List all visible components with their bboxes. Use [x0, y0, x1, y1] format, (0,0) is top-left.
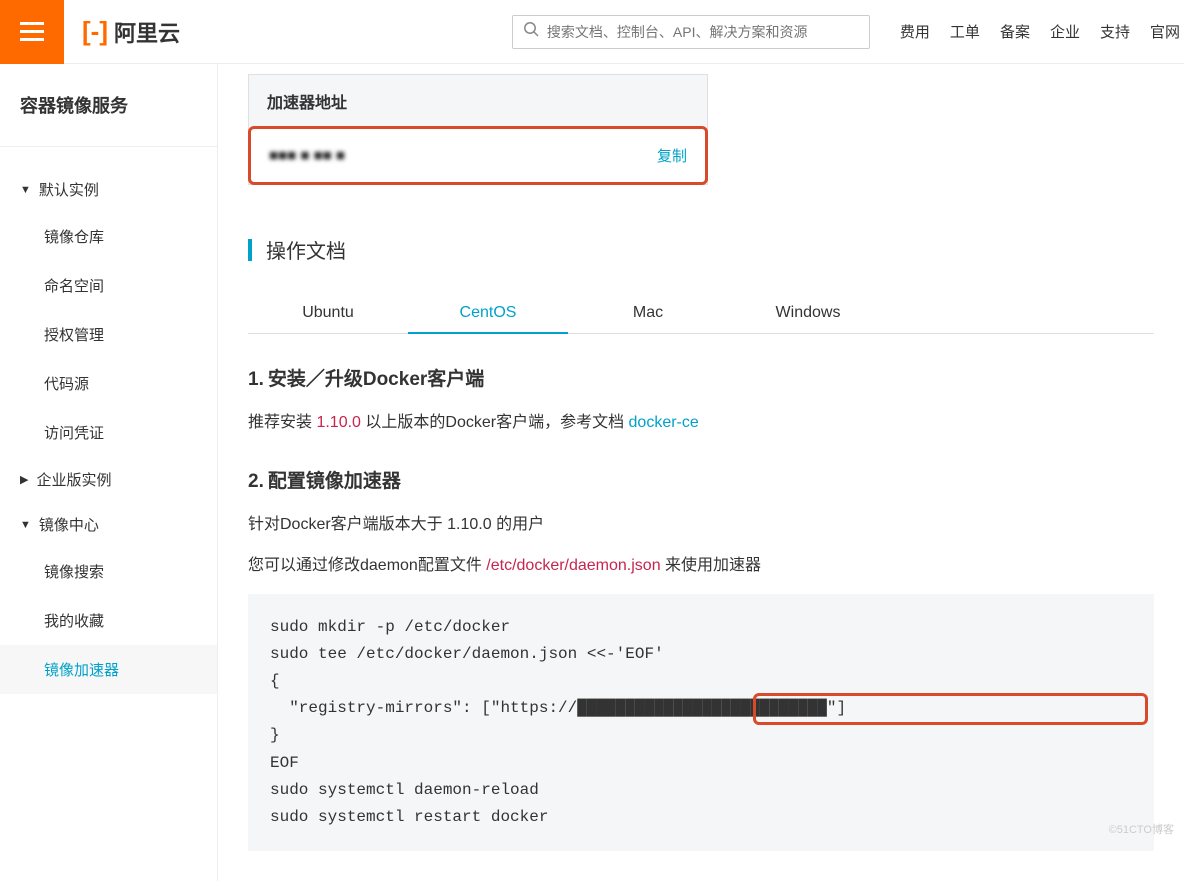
hamburger-icon: [20, 22, 44, 41]
search-box[interactable]: [512, 15, 870, 49]
step2-p1: 您可以通过修改daemon配置文件 针对Docker客户端版本大于 1.10.0…: [248, 511, 1154, 538]
version-text: 1.10.0: [316, 414, 360, 431]
text: 推荐安装: [248, 414, 316, 431]
step1-title: 安装／升级Docker客户端: [268, 369, 484, 390]
nav-enterprise[interactable]: 企业: [1050, 21, 1080, 42]
tree-group-enterprise[interactable]: ▶ 企业版实例: [0, 457, 217, 502]
step2-title: 配置镜像加速器: [268, 471, 401, 492]
sidebar-item-favorites[interactable]: 我的收藏: [0, 596, 217, 645]
text: 您可以通过修改daemon配置文件: [248, 557, 486, 574]
daemon-path: /etc/docker/daemon.json: [486, 557, 660, 574]
tree-group-center[interactable]: ▼ 镜像中心: [0, 502, 217, 547]
sidebar-item-credential[interactable]: 访问凭证: [0, 408, 217, 457]
caret-down-icon: ▼: [20, 184, 31, 196]
sidebar-item-source[interactable]: 代码源: [0, 359, 217, 408]
nav-tickets[interactable]: 工单: [950, 21, 980, 42]
step2-p2: 您可以通过修改daemon配置文件 /etc/docker/daemon.jso…: [248, 552, 1154, 579]
main-layout: 容器镜像服务 ▼ 默认实例 镜像仓库 命名空间 授权管理 代码源 访问凭证 ▶ …: [0, 64, 1184, 881]
step1-heading: 1.安装／升级Docker客户端: [248, 364, 1154, 391]
sidebar: 容器镜像服务 ▼ 默认实例 镜像仓库 命名空间 授权管理 代码源 访问凭证 ▶ …: [0, 64, 218, 881]
sidebar-item-accelerator[interactable]: 镜像加速器: [0, 645, 217, 694]
search-input[interactable]: [547, 24, 859, 40]
highlight-box: [753, 693, 1148, 725]
accelerator-url: ■■■ ■ ■■ ■: [269, 147, 641, 164]
text: 的用户: [492, 516, 544, 533]
logo-icon: [-]: [82, 16, 108, 47]
app-header: [-] 阿里云 费用 工单 备案 企业 支持 官网: [0, 0, 1184, 64]
nav-icp[interactable]: 备案: [1000, 21, 1030, 42]
nav-tree: ▼ 默认实例 镜像仓库 命名空间 授权管理 代码源 访问凭证 ▶ 企业版实例 ▼…: [0, 147, 217, 694]
tab-mac[interactable]: Mac: [568, 294, 728, 333]
tab-windows[interactable]: Windows: [728, 294, 888, 333]
menu-toggle[interactable]: [0, 0, 64, 64]
doc-section-title: 操作文档: [248, 235, 1154, 264]
search-icon: [523, 21, 539, 42]
text: 1.10.0: [447, 516, 491, 533]
code-block: sudo mkdir -p /etc/docker sudo tee /etc/…: [248, 594, 1154, 852]
section-heading: 操作文档: [266, 235, 346, 264]
sidebar-item-namespace[interactable]: 命名空间: [0, 261, 217, 310]
os-tabs: Ubuntu CentOS Mac Windows: [248, 294, 1154, 334]
tree-group-label: 默认实例: [39, 179, 99, 200]
step2-heading: 2.配置镜像加速器: [248, 466, 1154, 493]
sidebar-title: 容器镜像服务: [0, 92, 217, 147]
accelerator-panel: 加速器地址 ■■■ ■ ■■ ■ 复制: [248, 74, 708, 185]
nav-fees[interactable]: 费用: [900, 21, 930, 42]
text: 来使用加速器: [661, 557, 761, 574]
nav-support[interactable]: 支持: [1100, 21, 1130, 42]
tree-group-label: 企业版实例: [36, 469, 111, 490]
accelerator-row: ■■■ ■ ■■ ■ 复制: [248, 126, 708, 185]
tree-group-default[interactable]: ▼ 默认实例: [0, 167, 217, 212]
caret-right-icon: ▶: [20, 473, 28, 486]
docker-ce-link[interactable]: docker-ce: [629, 414, 699, 431]
text: 以上版本的Docker客户端，参考文档: [361, 414, 629, 431]
main-content: 加速器地址 ■■■ ■ ■■ ■ 复制 操作文档 Ubuntu CentOS M…: [218, 64, 1184, 881]
logo[interactable]: [-] 阿里云: [82, 16, 180, 48]
tab-centos[interactable]: CentOS: [408, 294, 568, 334]
accelerator-heading: 加速器地址: [249, 75, 707, 127]
sidebar-item-auth[interactable]: 授权管理: [0, 310, 217, 359]
logo-text: 阿里云: [114, 16, 180, 48]
tree-group-label: 镜像中心: [39, 514, 99, 535]
nav-site[interactable]: 官网: [1150, 21, 1180, 42]
top-nav: 费用 工单 备案 企业 支持 官网: [900, 21, 1180, 42]
copy-button[interactable]: 复制: [657, 145, 687, 166]
step1-text: 推荐安装 1.10.0 以上版本的Docker客户端，参考文档 docker-c…: [248, 409, 1154, 436]
text: 针对Docker客户端版本大于: [248, 516, 447, 533]
sidebar-item-search[interactable]: 镜像搜索: [0, 547, 217, 596]
doc-body: 1.安装／升级Docker客户端 推荐安装 1.10.0 以上版本的Docker…: [248, 364, 1154, 851]
tab-ubuntu[interactable]: Ubuntu: [248, 294, 408, 333]
accent-bar: [248, 239, 252, 261]
caret-down-icon: ▼: [20, 519, 31, 531]
sidebar-item-repos[interactable]: 镜像仓库: [0, 212, 217, 261]
